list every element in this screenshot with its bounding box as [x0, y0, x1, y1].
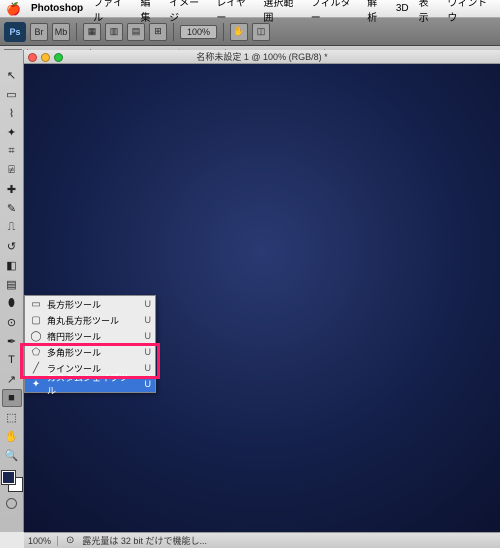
history-brush-tool[interactable]: ↺: [2, 237, 22, 255]
arrange-icon[interactable]: ◫: [252, 23, 270, 41]
menu-analysis[interactable]: 解析: [367, 0, 386, 24]
menu-image[interactable]: イメージ: [169, 0, 206, 24]
flyout-item-label: 楕円形ツール: [47, 330, 141, 343]
hand-tool[interactable]: ✋: [2, 427, 22, 445]
separator: [173, 23, 174, 41]
document-title: 名称未設定 1 @ 100% (RGB/8) *: [196, 52, 327, 62]
gradient-tool[interactable]: ▤: [2, 275, 22, 293]
status-info-icon[interactable]: ⊙: [66, 535, 74, 546]
flyout-item-label: 多角形ツール: [47, 346, 141, 359]
dodge-tool[interactable]: ⊙: [2, 313, 22, 331]
zoom-level[interactable]: 100%: [180, 25, 217, 39]
menu-view[interactable]: 表示: [419, 0, 438, 24]
flyout-item-icon: ✦: [29, 379, 43, 390]
lasso-tool[interactable]: ⌇: [2, 104, 22, 122]
menu-file[interactable]: ファイル: [93, 0, 130, 24]
menu-3d[interactable]: 3D: [396, 3, 409, 14]
flyout-item-5[interactable]: ✦カスタムシェイプツールU: [25, 376, 155, 392]
separator: [76, 23, 77, 41]
move-tool[interactable]: ↖: [2, 66, 22, 84]
flyout-item-shortcut: U: [145, 315, 152, 325]
flyout-item-1[interactable]: ▢ 角丸長方形ツール U: [25, 312, 155, 328]
flyout-item-shortcut: U: [145, 347, 152, 357]
maximize-icon[interactable]: [54, 53, 63, 62]
minimize-icon[interactable]: [41, 53, 50, 62]
eraser-tool[interactable]: ◧: [2, 256, 22, 274]
flyout-item-label: カスタムシェイプツール: [47, 371, 141, 397]
screen-mode-icon[interactable]: ▦: [83, 23, 101, 41]
app-name[interactable]: Photoshop: [31, 3, 83, 14]
flyout-item-shortcut: U: [145, 379, 152, 389]
menu-select[interactable]: 選択範囲: [263, 0, 300, 24]
flyout-item-shortcut: U: [145, 299, 152, 309]
extras-icon[interactable]: ▥: [105, 23, 123, 41]
magic-wand-tool[interactable]: ✦: [2, 123, 22, 141]
flyout-item-icon: ▢: [29, 315, 43, 326]
bridge-button[interactable]: Br: [30, 23, 48, 41]
type-tool[interactable]: T: [2, 351, 22, 369]
window-controls: [24, 50, 63, 64]
hand-icon[interactable]: ✋: [230, 23, 248, 41]
marquee-tool[interactable]: ▭: [2, 85, 22, 103]
clone-stamp-tool[interactable]: ⎍: [2, 218, 22, 236]
flyout-item-icon: ⬠: [29, 347, 43, 358]
status-message: 露光量は 32 bit だけで機能し...: [82, 534, 207, 547]
path-select-tool[interactable]: ↗: [2, 370, 22, 388]
close-icon[interactable]: [28, 53, 37, 62]
menu-window[interactable]: ウィンドウ: [447, 0, 494, 24]
eyedropper-tool[interactable]: ⍯: [2, 161, 22, 179]
menu-edit[interactable]: 編集: [141, 0, 160, 24]
flyout-item-icon: ◯: [29, 331, 43, 342]
flyout-item-0[interactable]: ▭ 長方形ツール U: [25, 296, 155, 312]
healing-brush-tool[interactable]: ✚: [2, 180, 22, 198]
document-titlebar: 名称未設定 1 @ 100% (RGB/8) *: [24, 50, 500, 64]
3d-tool[interactable]: ⬚: [2, 408, 22, 426]
guides-icon[interactable]: ▤: [127, 23, 145, 41]
apple-menu-icon[interactable]: 🍎: [6, 2, 21, 16]
ps-logo[interactable]: Ps: [4, 22, 26, 42]
crop-tool[interactable]: ⌗: [2, 142, 22, 160]
menu-filter[interactable]: フィルター: [311, 0, 357, 24]
rulers-icon[interactable]: ⊞: [149, 23, 167, 41]
color-picker[interactable]: [2, 471, 22, 491]
shape-tool[interactable]: ■: [2, 389, 22, 407]
flyout-item-3[interactable]: ⬠ 多角形ツール U: [25, 344, 155, 360]
flyout-item-icon: ╱: [29, 363, 43, 374]
separator: [223, 23, 224, 41]
flyout-item-shortcut: U: [145, 331, 152, 341]
shape-tool-flyout: ▭長方形ツールU▢角丸長方形ツールU◯楕円形ツールU⬠多角形ツールU╱ラインツー…: [24, 295, 156, 393]
status-bar: 100% ⊙ 露光量は 32 bit だけで機能し...: [24, 532, 500, 548]
flyout-item-shortcut: U: [145, 363, 152, 373]
fg-color[interactable]: [2, 471, 15, 484]
brush-tool[interactable]: ✎: [2, 199, 22, 217]
zoom-tool[interactable]: 🔍: [2, 446, 22, 464]
flyout-item-icon: ▭: [29, 299, 43, 310]
toolbox: ↖▭⌇✦⌗⍯✚✎⎍↺◧▤⬮⊙✒T↗■⬚✋🔍: [0, 50, 24, 532]
flyout-item-2[interactable]: ◯ 楕円形ツール U: [25, 328, 155, 344]
flyout-item-label: 長方形ツール: [47, 298, 141, 311]
system-menubar: 🍎 Photoshop ファイル 編集 イメージ レイヤー 選択範囲 フィルター…: [0, 0, 500, 18]
menu-layer[interactable]: レイヤー: [216, 0, 253, 24]
minibridge-button[interactable]: Mb: [52, 23, 70, 41]
status-zoom[interactable]: 100%: [28, 536, 58, 546]
quickmask-icon[interactable]: [2, 496, 22, 510]
blur-tool[interactable]: ⬮: [2, 294, 22, 312]
flyout-item-label: 角丸長方形ツール: [47, 314, 141, 327]
pen-tool[interactable]: ✒: [2, 332, 22, 350]
